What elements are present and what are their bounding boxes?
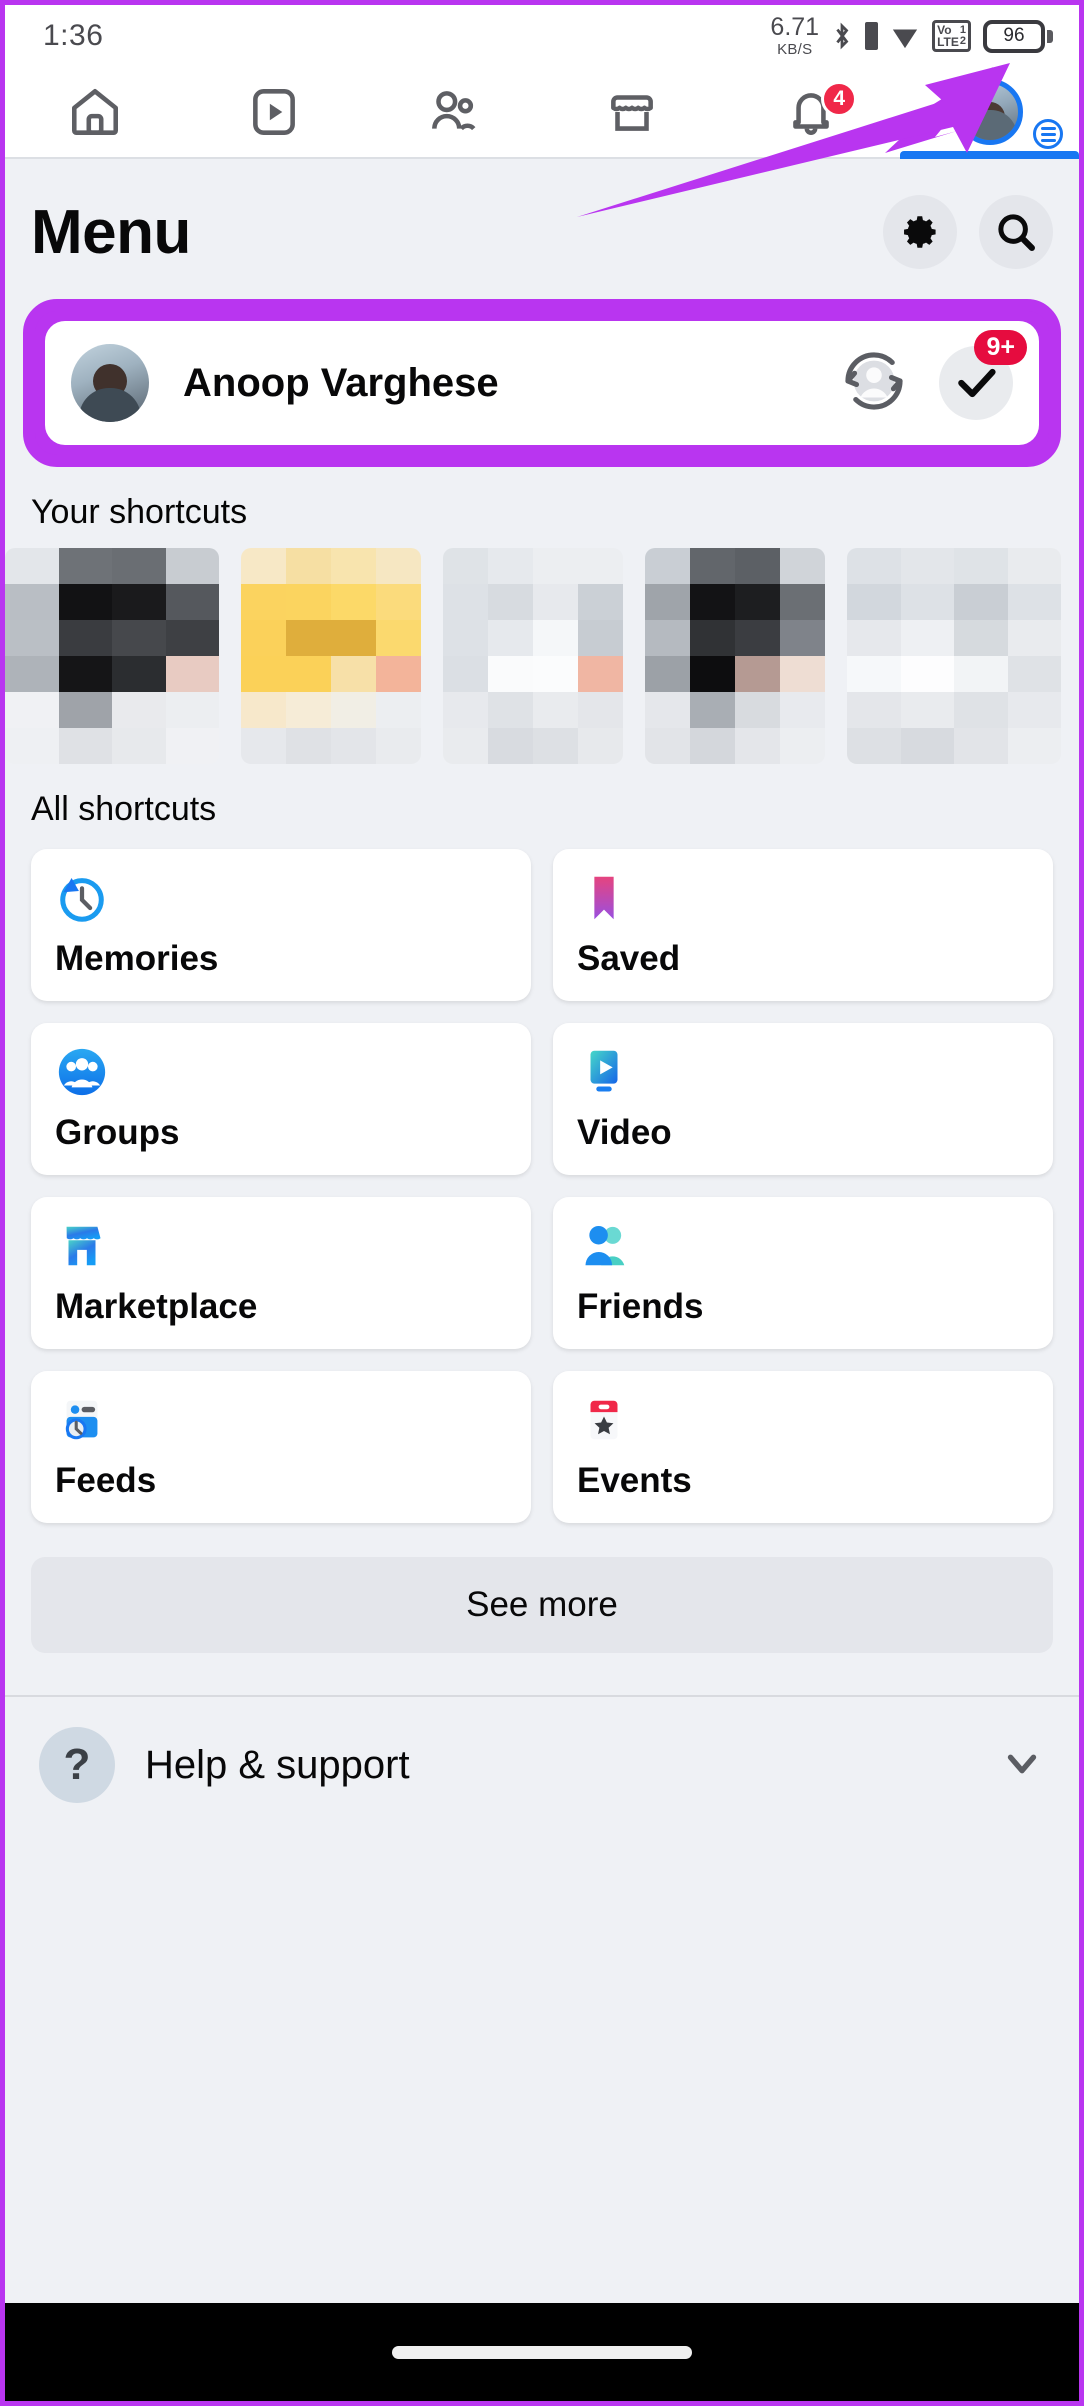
friends-tab[interactable] <box>363 67 542 157</box>
all-shortcuts-grid: Memories Saved Groups Video Marketplace … <box>5 845 1079 1523</box>
see-more-button[interactable]: See more <box>31 1557 1053 1653</box>
events-icon <box>577 1393 1029 1447</box>
shortcut-thumbnail-1[interactable] <box>5 548 219 764</box>
phone-screen: 1:36 6.71 KB/S Vo LTE 1 2 96 4 Menu Anoo… <box>0 0 1084 2406</box>
battery-indicator: 96 <box>983 19 1053 53</box>
check-icon <box>958 368 996 398</box>
feeds-icon <box>55 1393 507 1447</box>
avatar <box>71 344 149 422</box>
marketplace-icon <box>610 95 653 131</box>
shortcut-label: Events <box>577 1461 692 1500</box>
wifi-icon <box>892 29 918 49</box>
video-icon <box>577 1045 1029 1099</box>
settings-button[interactable] <box>883 195 957 269</box>
menu-tab[interactable] <box>900 67 1079 159</box>
header-actions <box>883 195 1053 269</box>
shortcut-label: Feeds <box>55 1461 157 1500</box>
notifications-tab[interactable]: 4 <box>721 67 900 157</box>
battery-level: 96 <box>983 19 1045 53</box>
shortcut-feeds[interactable]: Feeds <box>31 1371 531 1523</box>
shortcut-video[interactable]: Video <box>553 1023 1053 1175</box>
help-and-support-row[interactable]: ? Help & support <box>5 1697 1079 1833</box>
gear-icon <box>904 216 936 248</box>
hamburger-badge-icon <box>1033 119 1063 149</box>
profile-card[interactable]: Anoop Varghese 9+ <box>45 321 1039 445</box>
shortcut-label: Video <box>577 1113 672 1152</box>
status-bar: 1:36 6.71 KB/S Vo LTE 1 2 96 <box>5 5 1079 67</box>
chevron-down-icon[interactable] <box>999 1740 1045 1791</box>
shortcut-saved[interactable]: Saved <box>553 849 1053 1001</box>
volte-icon: Vo LTE 1 2 <box>932 20 971 52</box>
profile-avatar-icon <box>956 79 1023 145</box>
shortcut-label: Marketplace <box>55 1287 258 1326</box>
status-clock: 1:36 <box>43 19 104 52</box>
menu-header: Menu <box>5 159 1079 291</box>
home-icon <box>71 89 118 135</box>
memories-icon <box>55 871 507 925</box>
facebook-top-nav: 4 <box>5 67 1079 159</box>
avatar-body <box>962 110 1017 140</box>
volte-sub: LTE <box>937 35 959 49</box>
profile-actions: 9+ <box>839 330 1027 421</box>
shortcut-thumbnail-2[interactable] <box>241 548 421 764</box>
signal-icon <box>865 22 879 50</box>
shortcut-label: Friends <box>577 1287 704 1326</box>
marketplace-icon <box>55 1219 507 1273</box>
shortcut-thumbnail-5[interactable] <box>847 548 1061 764</box>
shortcut-label: Groups <box>55 1113 180 1152</box>
search-icon <box>998 214 1035 251</box>
active-tab-underline <box>900 151 1079 159</box>
your-shortcuts-title: Your shortcuts <box>31 493 248 531</box>
battery-tip <box>1047 29 1053 43</box>
shortcut-friends[interactable]: Friends <box>553 1197 1053 1349</box>
shortcut-groups[interactable]: Groups <box>31 1023 531 1175</box>
system-navigation-bar <box>5 2303 1079 2401</box>
question-mark-icon: ? <box>39 1727 115 1803</box>
friends-icon <box>577 1219 1029 1273</box>
shortcut-label: Memories <box>55 939 219 978</box>
shortcut-events[interactable]: Events <box>553 1371 1053 1523</box>
page-title: Menu <box>31 197 191 267</box>
marketplace-tab[interactable] <box>542 67 721 157</box>
shortcut-thumbnail-3[interactable] <box>443 548 623 764</box>
profile-name: Anoop Varghese <box>183 360 499 405</box>
status-icons: 6.71 KB/S Vo LTE 1 2 96 <box>770 15 1053 57</box>
help-and-support-label: Help & support <box>145 1742 410 1787</box>
shortcut-thumbnail-4[interactable] <box>645 548 825 764</box>
volte-sim2: 2 <box>959 35 966 47</box>
shortcut-marketplace[interactable]: Marketplace <box>31 1197 531 1349</box>
notification-badge: 4 <box>821 81 858 117</box>
status-badge: 9+ <box>974 330 1027 365</box>
your-shortcuts-strip[interactable] <box>5 548 1079 764</box>
network-speed-indicator: 6.71 KB/S <box>770 13 820 58</box>
bluetooth-icon <box>836 22 849 50</box>
shortcut-label: Saved <box>577 939 681 978</box>
profile-card-highlight: Anoop Varghese 9+ <box>23 299 1061 467</box>
home-tab[interactable] <box>5 67 184 157</box>
friends-icon <box>431 91 475 131</box>
network-speed-value: 6.71 <box>770 13 820 41</box>
confirm-button[interactable]: 9+ <box>939 330 1027 420</box>
home-indicator[interactable] <box>392 2345 692 2359</box>
avatar-body <box>79 388 141 422</box>
groups-icon <box>55 1045 507 1099</box>
switch-account-button[interactable] <box>839 346 909 421</box>
switch-account-icon <box>845 351 903 410</box>
video-tab[interactable] <box>184 67 363 157</box>
all-shortcuts-title: All shortcuts <box>31 790 217 828</box>
search-button[interactable] <box>979 195 1053 269</box>
saved-bookmark-icon <box>577 871 1029 925</box>
network-speed-unit: KB/S <box>777 41 813 58</box>
shortcut-memories[interactable]: Memories <box>31 849 531 1001</box>
video-icon <box>252 89 295 135</box>
